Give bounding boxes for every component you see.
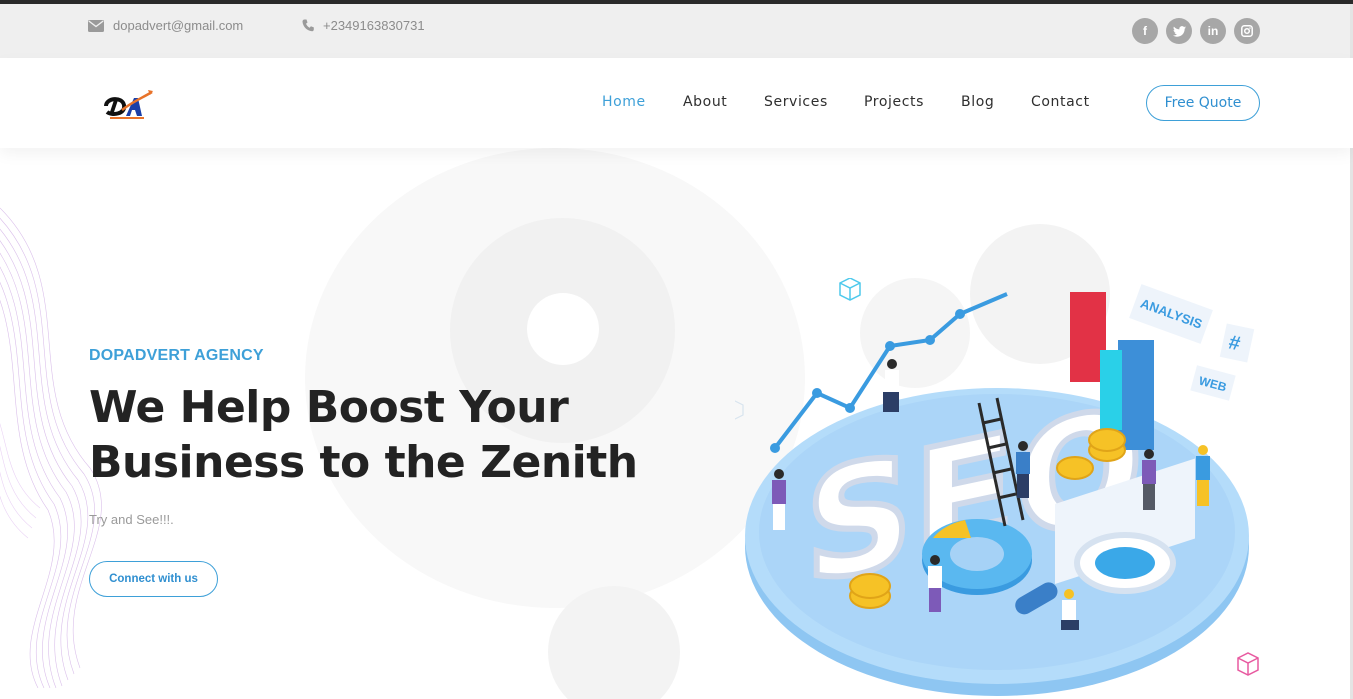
brand-logo[interactable] <box>104 88 154 122</box>
hero-tagline: Try and See!!!. <box>89 512 174 527</box>
seo-illustration: SEO ANALYSIS # WEB <box>735 278 1259 696</box>
linkedin-icon[interactable]: in <box>1200 18 1226 44</box>
main-header: Home About Services Projects Blog Contac… <box>0 58 1353 148</box>
phone-text: +2349163830731 <box>323 18 425 33</box>
top-bar: dopadvert@gmail.com +2349163830731 f in <box>0 4 1353 58</box>
nav-services[interactable]: Services <box>764 94 828 110</box>
headline-line-1: We Help Boost Your <box>89 382 569 433</box>
facebook-icon[interactable]: f <box>1132 18 1158 44</box>
nav-about[interactable]: About <box>683 94 727 110</box>
bg-circle-bottom <box>548 586 680 699</box>
nav-contact[interactable]: Contact <box>1031 94 1090 110</box>
headline-line-2: Business to the Zenith <box>89 437 638 488</box>
envelope-icon <box>88 19 104 32</box>
free-quote-button[interactable]: Free Quote <box>1146 85 1260 121</box>
bg-circle-inner <box>527 293 599 365</box>
email-text: dopadvert@gmail.com <box>113 18 244 33</box>
contact-phone[interactable]: +2349163830731 <box>302 18 425 33</box>
nav-blog[interactable]: Blog <box>961 94 994 110</box>
twitter-icon[interactable] <box>1166 18 1192 44</box>
hero-section: DOPADVERT AGENCY We Help Boost Your Busi… <box>0 148 1353 699</box>
social-links: f in <box>1132 18 1260 44</box>
hero-headline: We Help Boost Your Business to the Zenit… <box>89 380 649 490</box>
nav-projects[interactable]: Projects <box>864 94 924 110</box>
nav-home[interactable]: Home <box>602 94 646 110</box>
hero-eyebrow: DOPADVERT AGENCY <box>89 347 264 364</box>
connect-with-us-button[interactable]: Connect with us <box>89 561 218 597</box>
phone-icon <box>302 19 314 32</box>
contact-email[interactable]: dopadvert@gmail.com <box>88 18 243 33</box>
instagram-icon[interactable] <box>1234 18 1260 44</box>
